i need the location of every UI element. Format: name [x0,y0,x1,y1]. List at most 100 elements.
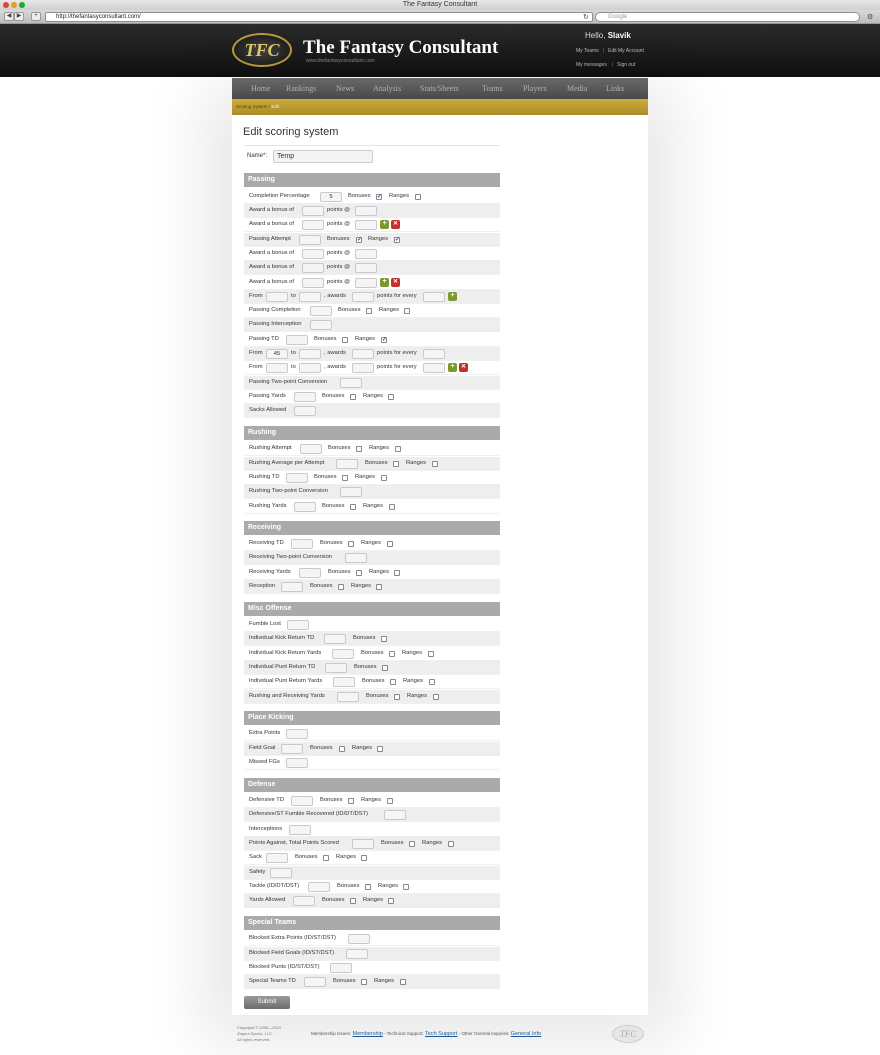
ranges-checkbox[interactable] [395,446,401,452]
breadcrumb-parent[interactable]: Scoring System [236,104,268,109]
points-input[interactable] [330,963,352,973]
bonuses-checkbox[interactable] [323,855,329,861]
ranges-checkbox[interactable] [428,651,434,657]
points-input[interactable] [348,934,370,944]
bonuses-checkbox[interactable] [350,394,356,400]
bonus-points-input[interactable] [302,249,324,259]
bonus-threshold-input[interactable] [355,263,377,273]
bonuses-checkbox[interactable] [348,541,354,547]
points-input[interactable] [293,896,315,906]
back-icon[interactable]: ◀ [4,12,14,21]
ranges-checkbox[interactable] [415,194,421,200]
ranges-checkbox[interactable] [387,541,393,547]
points-input[interactable] [266,853,288,863]
bonus-points-input[interactable] [302,278,324,288]
bonuses-checkbox[interactable] [342,475,348,481]
ranges-checkbox[interactable] [433,694,439,700]
settings-icon[interactable]: ⚙ [867,13,873,21]
bonus-threshold-input[interactable] [355,206,377,216]
bonuses-checkbox[interactable] [409,841,415,847]
bonuses-checkbox[interactable] [356,446,362,452]
points-input[interactable] [308,882,330,892]
points-input[interactable] [286,473,308,483]
add-bookmark-icon[interactable]: + [31,12,41,21]
range-every-input[interactable] [423,292,445,302]
range-to-input[interactable] [299,363,321,373]
bonuses-checkbox[interactable] [382,665,388,671]
bonuses-checkbox[interactable] [366,308,372,314]
points-input[interactable] [352,839,374,849]
nav-links[interactable]: Links [606,84,624,93]
bonus-threshold-input[interactable] [355,249,377,259]
bonuses-checkbox[interactable] [350,504,356,510]
points-input[interactable] [291,796,313,806]
range-from-input[interactable] [266,363,288,373]
nav-players[interactable]: Players [523,84,547,93]
points-input[interactable] [289,825,311,835]
bonuses-checkbox[interactable] [390,679,396,685]
ranges-checkbox[interactable] [432,461,438,467]
reload-icon[interactable]: ↻ [583,13,589,21]
ranges-checkbox[interactable] [388,898,394,904]
ranges-checkbox[interactable] [377,746,383,752]
ranges-checkbox[interactable] [381,475,387,481]
points-input[interactable] [340,378,362,388]
add-icon[interactable]: + [448,363,457,372]
membership-link[interactable]: Membership [353,1031,383,1037]
site-logo[interactable]: TFC [232,33,292,67]
points-input[interactable] [340,487,362,497]
nav-stats-sheets[interactable]: Stats/Sheets [420,84,459,93]
points-input[interactable] [291,539,313,549]
points-input[interactable] [337,692,359,702]
add-icon[interactable]: + [380,278,389,287]
bonuses-checkbox[interactable] [356,570,362,576]
remove-icon[interactable]: ✕ [459,363,468,372]
ranges-checkbox[interactable] [361,855,367,861]
ranges-checkbox[interactable] [388,394,394,400]
bonuses-checkbox[interactable] [381,636,387,642]
points-input[interactable] [304,977,326,987]
ranges-checkbox[interactable] [394,570,400,576]
points-input[interactable] [310,320,332,330]
range-from-input[interactable]: 45 [266,349,288,359]
bonuses-checkbox[interactable] [348,798,354,804]
remove-icon[interactable]: ✕ [391,278,400,287]
ranges-checkbox[interactable] [376,584,382,590]
points-input[interactable] [299,568,321,578]
edit-account-link[interactable]: Edit My Account [608,48,644,54]
bonuses-checkbox[interactable] [350,898,356,904]
bonuses-checkbox[interactable] [339,746,345,752]
bonus-threshold-input[interactable] [355,278,377,288]
bonuses-checkbox[interactable] [365,884,371,890]
points-input[interactable] [286,758,308,768]
bonuses-checkbox[interactable] [389,651,395,657]
ranges-checkbox[interactable] [429,679,435,685]
bonus-points-input[interactable] [302,220,324,230]
submit-button[interactable]: Submit [244,996,290,1009]
points-input[interactable] [346,949,368,959]
points-input[interactable] [294,502,316,512]
ranges-checkbox[interactable]: ✓ [394,237,400,243]
add-icon[interactable]: + [448,292,457,301]
range-every-input[interactable] [423,363,445,373]
points-input[interactable] [287,620,309,630]
url-field[interactable]: http://thefantasyconsultant.com/ [45,12,593,22]
points-input[interactable] [270,868,292,878]
nav-teams[interactable]: Teams [482,84,503,93]
my-teams-link[interactable]: My Teams [576,48,599,54]
ranges-checkbox[interactable] [448,841,454,847]
nav-news[interactable]: News [336,84,354,93]
points-input[interactable]: 5 [320,192,342,202]
points-input[interactable] [384,810,406,820]
ranges-checkbox[interactable] [387,798,393,804]
bonuses-checkbox[interactable]: ✓ [356,237,362,243]
bonus-threshold-input[interactable] [355,220,377,230]
points-input[interactable] [345,553,367,563]
ranges-checkbox[interactable] [400,979,406,985]
points-input[interactable] [300,444,322,454]
points-input[interactable] [294,392,316,402]
forward-icon[interactable]: ▶ [14,12,24,21]
range-to-input[interactable] [299,349,321,359]
bonuses-checkbox[interactable] [394,694,400,700]
zoom-window-icon[interactable] [19,2,25,8]
